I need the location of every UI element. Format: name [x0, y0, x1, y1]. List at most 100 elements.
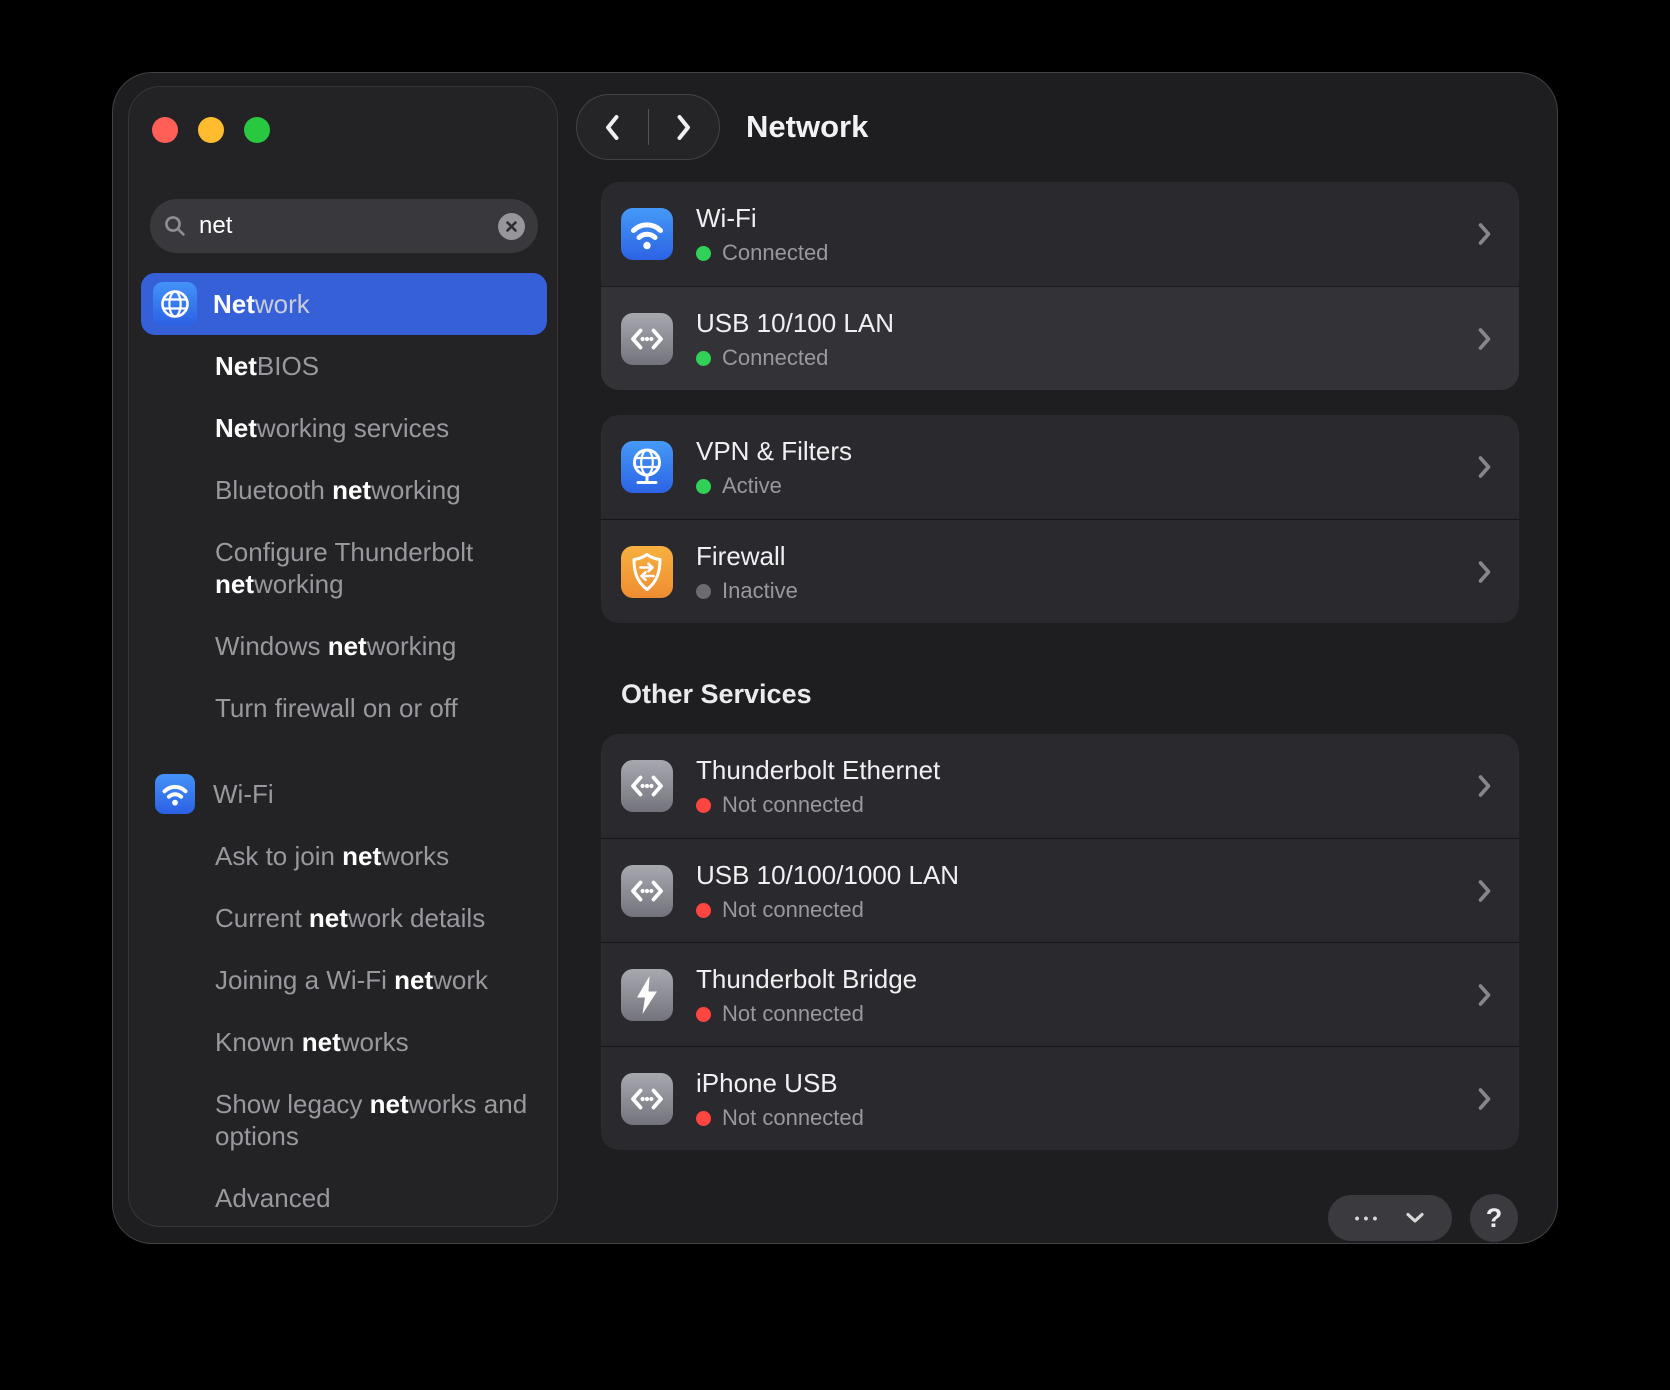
service-title: Thunderbolt Bridge: [696, 964, 917, 995]
sidebar: Network NetBIOS Networking services Bluetoo…: [128, 86, 558, 1227]
service-title: iPhone USB: [696, 1068, 838, 1099]
connections-card: Wi-Fi Connected USB 10/100 LAN Connected: [601, 182, 1519, 390]
status-text: Active: [722, 473, 782, 499]
status-dot: [696, 903, 711, 918]
help-button[interactable]: ?: [1470, 1194, 1518, 1242]
sidebar-item-windows-networking[interactable]: Windows networking: [141, 615, 547, 677]
sidebar-item-networking-services[interactable]: Networking services: [141, 397, 547, 459]
sidebar-item-label: Wi-Fi: [213, 778, 274, 810]
service-title: Wi-Fi: [696, 203, 757, 234]
service-title: USB 10/100 LAN: [696, 308, 894, 339]
ethernet-icon: [621, 865, 673, 917]
service-row-thunderbolt-ethernet[interactable]: Thunderbolt EthernetNot connected: [601, 734, 1519, 838]
service-row-thunderbolt-bridge[interactable]: Thunderbolt Bridge Not connected: [601, 942, 1519, 1046]
ethernet-icon: [621, 1073, 673, 1125]
close-button[interactable]: [152, 117, 178, 143]
service-row-usb-10-100-1000-lan[interactable]: USB 10/100/1000 LAN Not connected: [601, 838, 1519, 942]
status-dot: [696, 1007, 711, 1022]
network-app-icon: [153, 282, 197, 326]
service-row-wi-fi[interactable]: Wi-Fi Connected: [601, 182, 1519, 286]
sidebar-item-label: Ask to join networks: [215, 840, 449, 872]
chevron-right-icon: [1476, 325, 1493, 352]
wifi-app-icon: [155, 774, 195, 814]
other-services-card: Thunderbolt EthernetNot connectedUSB 10/…: [601, 734, 1519, 1150]
sidebar-item-netbios[interactable]: NetBIOS: [141, 335, 547, 397]
service-row-iphone-usb[interactable]: iPhone USB Not connected: [601, 1046, 1519, 1150]
service-status: Connected: [696, 240, 828, 266]
service-row-firewall[interactable]: Firewall Inactive: [601, 519, 1519, 623]
sidebar-item-label: Advanced: [215, 1182, 331, 1214]
service-title: USB 10/100/1000 LAN: [696, 860, 959, 891]
sidebar-item-show-legacy-networks-and-options[interactable]: Show legacy networks and options: [141, 1073, 547, 1167]
traffic-lights: [129, 87, 557, 147]
service-status: Not connected: [696, 897, 864, 923]
back-button[interactable]: [577, 95, 648, 159]
forward-button[interactable]: [649, 95, 720, 159]
service-title: Firewall: [696, 541, 786, 572]
chevron-right-icon: [1476, 877, 1493, 904]
history-nav: [576, 94, 720, 160]
sidebar-item-ask-to-join-networks[interactable]: Ask to join networks: [141, 825, 547, 887]
sidebar-item-turn-firewall-on-or-off[interactable]: Turn firewall on or off: [141, 677, 547, 739]
bolt-icon: [621, 969, 673, 1021]
firewall-icon: [621, 546, 673, 598]
service-status: Active: [696, 473, 782, 499]
sidebar-item-label: Show legacy networks and options: [215, 1088, 547, 1152]
status-dot: [696, 351, 711, 366]
system-settings-window: Network NetBIOS Networking services Bluetoo…: [112, 72, 1558, 1244]
sidebar-item-label: Joining a Wi-Fi network: [215, 964, 488, 996]
sidebar-item-label: Network: [213, 288, 310, 320]
sidebar-item-current-network-details[interactable]: Current network details: [141, 887, 547, 949]
chevron-right-icon: [1476, 221, 1493, 248]
sidebar-item-label: NetBIOS: [215, 350, 319, 382]
sidebar-item-joining-a-wi-fi-network[interactable]: Joining a Wi-Fi network: [141, 949, 547, 1011]
question-mark-icon: ?: [1486, 1203, 1503, 1234]
status-dot: [696, 479, 711, 494]
wifi-icon: [621, 208, 673, 260]
service-row-vpn-filters[interactable]: VPN & Filters Active: [601, 415, 1519, 519]
magnifier-icon: [163, 214, 187, 238]
zoom-button[interactable]: [244, 117, 270, 143]
status-dot: [696, 1111, 711, 1126]
service-status: Connected: [696, 345, 828, 371]
service-row-usb-10-100-lan[interactable]: USB 10/100 LAN Connected: [601, 286, 1519, 390]
sidebar-item-label: Known networks: [215, 1026, 409, 1058]
sidebar-item-label: Windows networking: [215, 630, 456, 662]
status-dot: [696, 584, 711, 599]
sidebar-item-label: Networking services: [215, 412, 449, 444]
chevron-right-icon: [1476, 1085, 1493, 1112]
status-text: Not connected: [722, 792, 864, 818]
vpn-icon: [621, 441, 673, 493]
sidebar-item-known-networks[interactable]: Known networks: [141, 1011, 547, 1073]
search-field: [150, 199, 538, 253]
more-options-button[interactable]: •••: [1328, 1195, 1452, 1241]
sidebar-item-advanced[interactable]: Advanced: [141, 1167, 547, 1229]
clear-search-button[interactable]: [498, 213, 525, 240]
sidebar-item-configure-thunderbolt-networking[interactable]: Configure Thunderbolt networking: [141, 521, 547, 615]
ethernet-icon: [621, 760, 673, 812]
search-input[interactable]: [197, 211, 498, 241]
status-text: Connected: [722, 240, 828, 266]
service-status: Inactive: [696, 578, 798, 604]
service-status: Not connected: [696, 1105, 864, 1131]
chevron-right-icon: [1476, 981, 1493, 1008]
status-text: Inactive: [722, 578, 798, 604]
chevron-right-icon: [1476, 558, 1493, 585]
page-title: Network: [746, 109, 868, 145]
minimize-button[interactable]: [198, 117, 224, 143]
service-title: VPN & Filters: [696, 436, 852, 467]
status-dot: [696, 246, 711, 261]
other-services-heading: Other Services: [621, 679, 812, 710]
status-text: Not connected: [722, 897, 864, 923]
chevron-right-icon: [1476, 454, 1493, 481]
sidebar-item-wi-fi[interactable]: Wi-Fi: [141, 763, 547, 825]
status-text: Connected: [722, 345, 828, 371]
sidebar-item-network[interactable]: Network: [141, 273, 547, 335]
service-status: Not connected: [696, 1001, 864, 1027]
desktop: Network NetBIOS Networking services Bluetoo…: [0, 0, 1670, 1390]
sidebar-item-label: Turn firewall on or off: [215, 692, 458, 724]
sidebar-item-label: Bluetooth networking: [215, 474, 461, 506]
clear-icon: [505, 220, 518, 233]
sidebar-item-bluetooth-networking[interactable]: Bluetooth networking: [141, 459, 547, 521]
status-text: Not connected: [722, 1105, 864, 1131]
